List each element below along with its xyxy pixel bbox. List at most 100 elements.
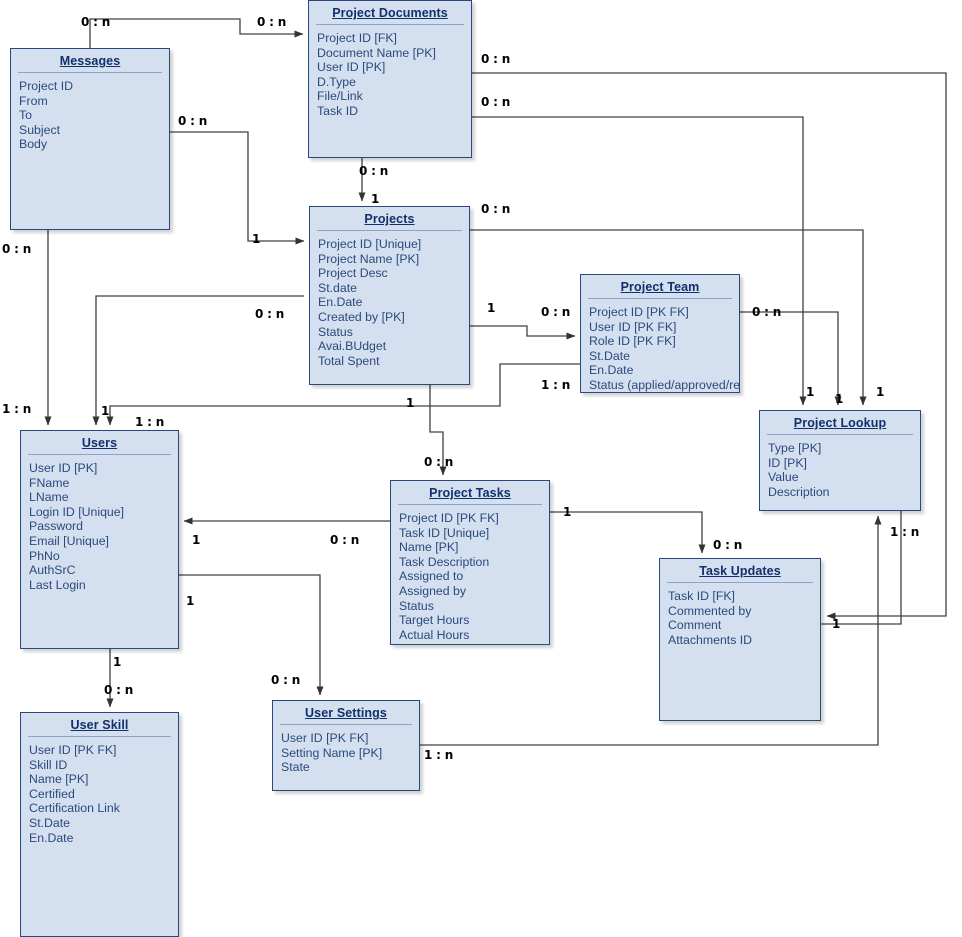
entity-project_team[interactable]: Project Team Project ID [PK FK] User ID [P… [580, 274, 740, 393]
attribute-row: Project Desc [318, 266, 388, 281]
cardinality-label-lbl-lookup-in-1c: 1 [876, 385, 885, 399]
attribute-row: Skill ID [29, 757, 68, 772]
attribute-row: Role ID [PK FK] [589, 334, 676, 349]
cardinality-label-lbl-updates-lookup-1: 1 [832, 617, 841, 631]
attribute-row: Email [Unique] [29, 533, 109, 548]
attribute-list-project_tasks: Project ID [PK FK] Task ID [Unique] Name [… [391, 505, 549, 646]
attribute-row: Body [19, 137, 48, 152]
entity-messages[interactable]: Messages Project ID From To Subject Body [10, 48, 170, 230]
attribute-row: Certification Link [29, 801, 120, 816]
entity-title-project_tasks: Project Tasks [429, 486, 511, 500]
attribute-row: Comment [668, 618, 722, 633]
attribute-row: Last Login [29, 577, 86, 592]
attribute-list-project_lookup: Type [PK] ID [PK] Value Description [760, 435, 920, 503]
entity-user_skill[interactable]: User Skill User ID [PK FK] Skill ID Name [P… [20, 712, 179, 937]
entity-projects[interactable]: Projects Project ID [Unique] Project Name … [309, 206, 470, 385]
attribute-list-projects: Project ID [Unique] Project Name [PK] Proj… [310, 231, 469, 372]
attribute-row: AuthSrC [29, 563, 76, 578]
entity-project_tasks[interactable]: Project Tasks Project ID [PK FK] Task ID [… [390, 480, 550, 645]
attribute-row: Description [768, 484, 830, 499]
cardinality-label-lbl-messages-docs-right: 0 : n [257, 15, 287, 29]
cardinality-label-lbl-tasks-updates-0n: 0 : n [713, 538, 743, 552]
cardinality-label-lbl-lookup-in-1a: 1 [806, 385, 815, 399]
attribute-row: User ID [PK FK] [281, 731, 369, 745]
attribute-list-user_settings: User ID [PK FK] Setting Name [PK] State [273, 725, 419, 779]
attribute-row: Project ID [Unique] [318, 237, 422, 251]
cardinality-label-lbl-tasks-users-1: 1 [192, 533, 201, 547]
cardinality-label-lbl-projects-team-0n: 0 : n [541, 305, 571, 319]
entity-user_settings[interactable]: User Settings User ID [PK FK] Setting Name… [272, 700, 420, 791]
entity-title-users: Users [81, 436, 118, 450]
cardinality-label-lbl-settings-lookup-1n: 1 : n [424, 748, 454, 762]
cardinality-label-lbl-projects-users-1: 1 [101, 404, 110, 418]
attribute-row: To [19, 108, 32, 123]
cardinality-label-lbl-messages-users: 0 : n [2, 242, 32, 256]
cardinality-label-lbl-users-settings-0n: 0 : n [271, 673, 301, 687]
attribute-row: St.date [318, 280, 357, 295]
cardinality-label-lbl-tasks-updates-1: 1 [563, 505, 572, 519]
edge-project-team-to-project-lookup [740, 311, 842, 406]
cardinality-label-lbl-projects-lookup: 0 : n [481, 202, 511, 216]
attribute-row: LName [29, 490, 69, 505]
attribute-row: St.Date [29, 815, 71, 830]
cardinality-label-lbl-lookup-up-1n: 1 : n [890, 525, 920, 539]
entity-title-projects: Projects [364, 212, 415, 226]
entity-title-project_lookup: Project Lookup [793, 416, 887, 430]
attribute-row: Type [PK] [768, 441, 822, 455]
attribute-row: Value [768, 470, 799, 485]
entity-users[interactable]: Users User ID [PK] FName LName Login ID [Uni… [20, 430, 179, 649]
attribute-row: User ID [PK FK] [589, 319, 677, 334]
cardinality-label-lbl-docs-projects: 0 : n [359, 164, 389, 178]
attribute-row: Project ID [19, 79, 73, 93]
attribute-row: Name [PK] [29, 772, 89, 787]
attribute-row: PhNo [29, 548, 60, 563]
attribute-row: User ID [PK FK] [29, 743, 117, 757]
cardinality-label-lbl-docs-lookup-b: 0 : n [481, 95, 511, 109]
attribute-row: Total Spent [318, 353, 380, 368]
entity-project_lookup[interactable]: Project Lookup Type [PK] ID [PK] Value Descr… [759, 410, 921, 511]
attribute-row: Project ID [PK FK] [589, 305, 689, 319]
attribute-list-messages: Project ID From To Subject Body [11, 73, 169, 156]
attribute-list-users: User ID [PK] FName LName Login ID [Unique] P… [21, 455, 178, 596]
attribute-row: Status [399, 598, 434, 613]
attribute-row: Assigned by [399, 583, 466, 598]
entity-project_documents[interactable]: Project Documents Project ID [FK] Document… [308, 0, 472, 158]
attribute-row: ID [PK] [768, 455, 807, 470]
attribute-row: Status [318, 324, 353, 339]
attribute-list-user_skill: User ID [PK FK] Skill ID Name [PK] Certifie… [21, 737, 178, 849]
cardinality-label-lbl-docs-projects-one: 1 [371, 192, 380, 206]
attribute-list-task_updates: Task ID [FK] Commented by Comment Attachmen… [660, 583, 820, 651]
attribute-row: St.Date [589, 348, 631, 363]
entity-title-messages: Messages [59, 54, 121, 68]
cardinality-label-lbl-team-users-1n: 1 : n [135, 415, 165, 429]
attribute-row: Actual Hours [399, 627, 470, 642]
attribute-row: User ID [PK] [317, 60, 386, 75]
attribute-row: Status (applied/approved/rej [589, 377, 739, 392]
attribute-row: En.Date [318, 295, 363, 310]
entity-task_updates[interactable]: Task Updates Task ID [FK] Commented by Comm… [659, 558, 821, 721]
cardinality-label-lbl-users-skill-1: 1 [113, 655, 122, 669]
attribute-row: Created by [PK] [318, 309, 405, 324]
attribute-row: Project ID [PK FK] [399, 511, 499, 525]
attribute-row: Name [PK] [399, 540, 459, 555]
attribute-row: Attachments ID [668, 632, 753, 647]
attribute-row: Project ID [FK] [317, 31, 397, 45]
attribute-list-project_documents: Project ID [FK] Document Name [PK] User ID… [309, 25, 471, 123]
attribute-row: Task ID [Unique] [399, 525, 490, 540]
attribute-row: Assigned to [399, 569, 464, 584]
cardinality-label-lbl-lookup-in-1b: 1 [835, 392, 844, 406]
edge-project-tasks-to-task-updates [550, 511, 706, 554]
attribute-row: Commented by [668, 603, 752, 618]
entity-title-project_team: Project Team [620, 280, 700, 294]
cardinality-label-lbl-users-settings-1: 1 [186, 594, 195, 608]
entity-title-user_skill: User Skill [70, 718, 129, 732]
attribute-row: Login ID [Unique] [29, 504, 125, 519]
cardinality-label-lbl-docs-lookup-a: 0 : n [481, 52, 511, 66]
attribute-row: Task Description [399, 554, 490, 569]
attribute-row: Avai.BUdget [318, 339, 387, 354]
entity-title-user_settings: User Settings [305, 706, 387, 720]
attribute-row: D.Type [317, 74, 356, 89]
edge-messages-to-projects [170, 131, 305, 245]
edge-projects-to-project-team [470, 325, 576, 340]
attribute-row: Certified [29, 786, 75, 801]
